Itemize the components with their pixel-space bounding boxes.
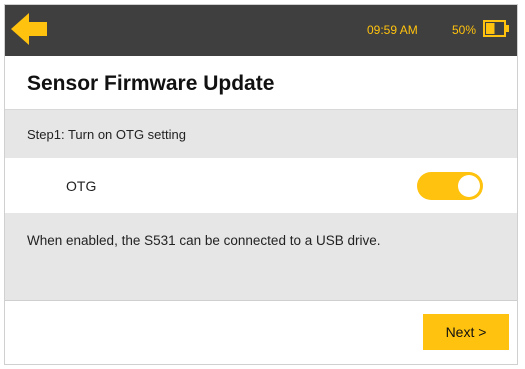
footer: Next >	[5, 301, 517, 364]
next-button[interactable]: Next >	[423, 314, 509, 350]
clock-time: 09:59 AM	[367, 23, 418, 37]
step-bar: Step1: Turn on OTG setting	[5, 110, 517, 158]
otg-setting-row: OTG	[5, 158, 517, 213]
arrow-left-icon	[11, 13, 47, 45]
toggle-knob	[458, 175, 480, 197]
info-text: When enabled, the S531 can be connected …	[27, 233, 381, 248]
battery-fill	[486, 23, 495, 34]
status-bar: 09:59 AM 50%	[5, 5, 517, 56]
step-label: Step1: Turn on OTG setting	[27, 127, 186, 142]
otg-label: OTG	[66, 178, 97, 194]
page-title: Sensor Firmware Update	[27, 72, 275, 95]
battery-icon	[483, 20, 510, 37]
otg-toggle[interactable]	[417, 172, 483, 200]
device-screen: 09:59 AM 50% Sensor Firmware Update Step…	[4, 4, 518, 365]
back-button[interactable]	[9, 11, 49, 47]
info-panel: When enabled, the S531 can be connected …	[5, 213, 517, 301]
battery-percent: 50%	[452, 23, 477, 37]
title-bar: Sensor Firmware Update	[5, 56, 517, 110]
